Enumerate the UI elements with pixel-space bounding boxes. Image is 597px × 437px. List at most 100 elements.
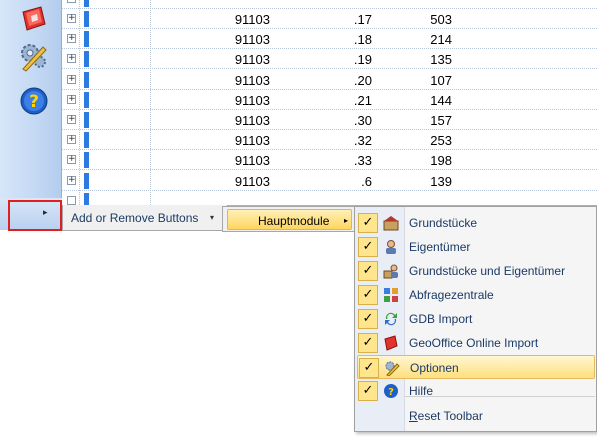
checkmark-icon[interactable]: ✓: [358, 285, 378, 305]
row-marker: [84, 132, 89, 149]
submenu-item-import[interactable]: ✓ GDB Import: [357, 307, 595, 331]
submenu-item-label: Abfragezentrale: [409, 288, 494, 302]
hauptmodule-label: Hauptmodule: [258, 214, 330, 228]
help-icon: ?: [383, 383, 399, 399]
row-marker: [84, 192, 89, 205]
submenu-item-geooffice[interactable]: ✓ GeoOffice Online Import: [357, 331, 595, 355]
cell-value: 503: [430, 12, 452, 27]
row-marker: [84, 31, 89, 48]
expand-icon[interactable]: +: [67, 54, 76, 64]
cell-id: 91103: [234, 52, 270, 68]
cell-subnumber: .19: [353, 52, 372, 68]
row-marker: [84, 152, 89, 169]
cell-subnumber: .32: [353, 133, 372, 149]
cell-id: 91103: [234, 72, 270, 88]
geooffice-icon: [22, 6, 46, 31]
cell-value: 107: [430, 72, 452, 88]
cell-value: 253: [430, 133, 452, 149]
expand-icon[interactable]: [67, 0, 76, 3]
table-row[interactable]: +91103 .32 253: [62, 130, 597, 151]
cell-value: 214: [430, 32, 452, 48]
parcel-icon: [383, 215, 399, 231]
checkmark-icon[interactable]: ✓: [358, 261, 378, 281]
cell-id: 91103: [234, 133, 270, 149]
expand-icon[interactable]: [67, 195, 76, 205]
row-marker: [84, 172, 89, 189]
submenu-item-label: GDB Import: [409, 312, 473, 326]
cell-id: 91103: [234, 173, 270, 189]
reset-toolbar-item[interactable]: Reset Toolbar: [357, 404, 595, 428]
expand-icon[interactable]: +: [67, 135, 76, 145]
submenu-item-owner[interactable]: ✓ Eigentümer: [357, 235, 595, 259]
options-nav-button[interactable]: [16, 38, 52, 74]
hauptmodule-submenu: ✓ Grundstücke ✓ Eigentümer ✓ Grundstücke und …: [354, 206, 597, 432]
chevron-down-icon: ▾: [210, 213, 215, 222]
cell-value: 198: [430, 153, 452, 169]
cell-value: 135: [430, 52, 452, 68]
checkmark-icon[interactable]: ✓: [358, 381, 378, 401]
menu-separator: [405, 396, 595, 397]
cell-subnumber: .18: [353, 32, 372, 48]
checkmark-icon[interactable]: ✓: [358, 213, 378, 233]
help-nav-button[interactable]: ?: [16, 83, 52, 119]
submenu-item-help[interactable]: ✓? Hilfe: [357, 379, 595, 403]
row-marker: [84, 51, 89, 68]
submenu-item-parcel-owner[interactable]: ✓ Grundstücke und Eigentümer: [357, 259, 595, 283]
table-row[interactable]: +91103 .18 214: [62, 29, 597, 50]
table-row[interactable]: +91103 .30 157: [62, 110, 597, 130]
table-row-partial: [62, 0, 597, 9]
help-glyph: ?: [29, 92, 39, 112]
query-icon: [383, 287, 399, 303]
submenu-item-label: GeoOffice Online Import: [409, 336, 539, 350]
cell-subnumber: .21: [353, 92, 372, 108]
cell-value: 144: [430, 92, 452, 108]
add-remove-buttons-label: Add or Remove Buttons: [71, 211, 199, 225]
submenu-item-label: Grundstücke und Eigentümer: [409, 264, 566, 278]
expand-icon[interactable]: +: [67, 14, 76, 23]
cell-id: 91103: [234, 113, 270, 128]
cell-subnumber: .6: [361, 173, 372, 189]
cell-id: 91103: [234, 92, 270, 108]
submenu-item-parcel[interactable]: ✓ Grundstücke: [357, 211, 595, 235]
checkmark-icon[interactable]: ✓: [359, 358, 379, 378]
add-remove-buttons-menu[interactable]: Add or Remove Buttons ▾: [62, 205, 228, 231]
row-marker: [84, 91, 89, 108]
table-row[interactable]: +91103 .33 198: [62, 150, 597, 171]
geooffice-icon: [383, 335, 399, 351]
cell-value: 157: [430, 113, 452, 128]
expand-icon[interactable]: +: [67, 175, 76, 185]
row-marker: [84, 71, 89, 88]
table-row-partial: [62, 191, 597, 205]
expand-icon[interactable]: +: [67, 34, 76, 44]
cell-subnumber: .33: [353, 153, 372, 169]
svg-text:?: ?: [388, 387, 394, 398]
cell-subnumber: .30: [353, 113, 372, 128]
help-icon: ?: [20, 87, 48, 115]
expand-icon[interactable]: +: [67, 94, 76, 104]
gear-pencil-icon: [21, 44, 47, 72]
expand-icon[interactable]: +: [67, 74, 76, 84]
submenu-item-label: Eigentümer: [409, 240, 471, 254]
expand-icon[interactable]: +: [67, 115, 76, 124]
table-row[interactable]: +91103 .21 144: [62, 90, 597, 110]
owner-icon: [383, 239, 399, 255]
table-row[interactable]: +91103 .6 139: [62, 171, 597, 191]
submenu-item-options[interactable]: ✓ Optionen: [357, 355, 595, 379]
submenu-item-label: Grundstücke: [409, 216, 478, 230]
cell-subnumber: .17: [353, 12, 372, 27]
table-row[interactable]: +91103 .19 135: [62, 49, 597, 70]
options-icon: [384, 360, 400, 377]
expand-icon[interactable]: +: [67, 155, 76, 165]
checkmark-icon[interactable]: ✓: [358, 333, 378, 353]
checkmark-icon[interactable]: ✓: [358, 309, 378, 329]
submenu-item-label: Optionen: [410, 361, 459, 375]
hauptmodule-menu-item[interactable]: Hauptmodule ▸: [227, 209, 352, 230]
table-row[interactable]: +91103 .20 107: [62, 70, 597, 90]
table-row[interactable]: +91103 .17 503: [62, 9, 597, 29]
cell-value: 139: [430, 173, 452, 189]
submenu-item-query[interactable]: ✓ Abfragezentrale: [357, 283, 595, 307]
data-grid: +91103.17 503 +91103.18 214 +91103.19 135 +911…: [62, 0, 597, 205]
cell-id: 91103: [234, 12, 270, 27]
checkmark-icon[interactable]: ✓: [358, 237, 378, 257]
geooffice-online-nav-button[interactable]: [16, 1, 52, 37]
